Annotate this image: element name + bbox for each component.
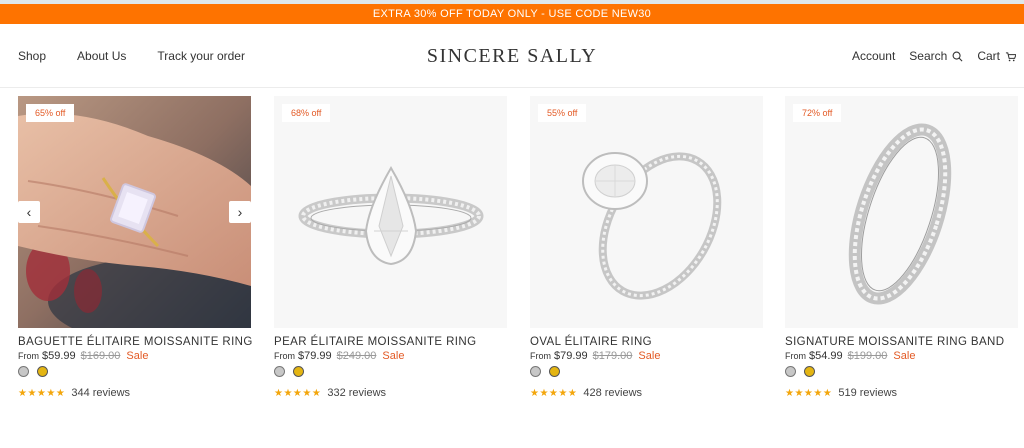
pear-ring (298, 166, 484, 266)
discount-badge: 55% off (538, 104, 587, 122)
price: $59.99 (42, 350, 76, 362)
rating[interactable]: ★★★★★ 519 reviews (785, 387, 897, 399)
price-row: From $59.99 $169.00 Sale (18, 350, 148, 362)
carousel-prev-button[interactable]: ‹ (18, 201, 40, 223)
color-swatches (530, 366, 560, 377)
carousel-next-button[interactable]: › (229, 201, 251, 223)
swatch-silver[interactable] (274, 366, 285, 377)
nav-about-us[interactable]: About Us (77, 49, 126, 63)
discount-badge: 72% off (793, 104, 842, 122)
chevron-right-icon: › (237, 204, 243, 220)
nav-shop[interactable]: Shop (18, 49, 46, 63)
price-from-label: From (785, 351, 806, 361)
compare-price: $179.00 (592, 350, 633, 362)
price: $79.99 (298, 350, 332, 362)
header-actions: Account Search Cart (838, 24, 1016, 88)
cart-icon (1005, 51, 1016, 61)
price-row: From $79.99 $179.00 Sale (530, 350, 660, 362)
discount-badge: 65% off (26, 104, 75, 122)
sale-label: Sale (893, 350, 916, 362)
star-rating-icon: ★★★★★ (18, 387, 66, 399)
main-nav: Shop About Us Track your order (18, 24, 276, 88)
product-grid: 65% off ‹ › BAGUETTE ÉLITAIRE MOISSANITE… (18, 96, 1018, 399)
hand-ring-photo (18, 96, 251, 328)
swatch-gold[interactable] (549, 366, 560, 377)
cart-label: Cart (977, 49, 1000, 63)
product-title[interactable]: OVAL ÉLITAIRE RING (530, 336, 652, 348)
compare-price: $169.00 (80, 350, 121, 362)
rating[interactable]: ★★★★★ 344 reviews (18, 387, 130, 399)
compare-price: $199.00 (847, 350, 888, 362)
product-card[interactable]: 72% off SIGNATURE MOISSANITE RING BAND F… (785, 96, 1018, 399)
swatch-silver[interactable] (18, 366, 29, 377)
compare-price: $249.00 (336, 350, 377, 362)
product-title[interactable]: PEAR ÉLITAIRE MOISSANITE RING (274, 336, 476, 348)
oval-ring (582, 152, 722, 300)
star-rating-icon: ★★★★★ (274, 387, 322, 399)
swatch-gold[interactable] (37, 366, 48, 377)
announcement-bar[interactable]: EXTRA 30% OFF TODAY ONLY - USE CODE NEW3… (0, 4, 1024, 24)
review-count: 344 reviews (71, 387, 131, 399)
star-rating-icon: ★★★★★ (530, 387, 578, 399)
band-ring (848, 123, 952, 305)
price: $79.99 (554, 350, 588, 362)
sale-label: Sale (638, 350, 661, 362)
product-title[interactable]: BAGUETTE ÉLITAIRE MOISSANITE RING (18, 336, 253, 348)
product-card[interactable]: 68% off PEAR ÉLITAIRE MOISSANITE RING Fr… (274, 96, 507, 399)
product-title[interactable]: SIGNATURE MOISSANITE RING BAND (785, 336, 1004, 348)
review-count: 519 reviews (838, 387, 898, 399)
product-card[interactable]: 55% off OVAL ÉLITAIRE RING From $79.99 $… (530, 96, 763, 399)
product-image[interactable]: 55% off (530, 96, 763, 328)
price-row: From $54.99 $199.00 Sale (785, 350, 915, 362)
search-label: Search (909, 49, 948, 63)
color-swatches (785, 366, 815, 377)
sale-label: Sale (126, 350, 149, 362)
swatch-silver[interactable] (785, 366, 796, 377)
search-button[interactable]: Search (909, 49, 963, 63)
search-icon (952, 51, 963, 61)
star-rating-icon: ★★★★★ (785, 387, 833, 399)
review-count: 332 reviews (327, 387, 387, 399)
swatch-gold[interactable] (293, 366, 304, 377)
price: $54.99 (809, 350, 843, 362)
product-image[interactable]: 65% off ‹ › (18, 96, 251, 328)
color-swatches (274, 366, 304, 377)
cart-button[interactable]: Cart (977, 49, 1016, 63)
product-card[interactable]: 65% off ‹ › BAGUETTE ÉLITAIRE MOISSANITE… (18, 96, 252, 399)
product-image[interactable]: 72% off (785, 96, 1018, 328)
rating[interactable]: ★★★★★ 332 reviews (274, 387, 386, 399)
price-row: From $79.99 $249.00 Sale (274, 350, 404, 362)
swatch-gold[interactable] (804, 366, 815, 377)
color-swatches (18, 366, 48, 377)
swatch-silver[interactable] (530, 366, 541, 377)
price-from-label: From (18, 351, 39, 361)
price-from-label: From (530, 351, 551, 361)
account-label: Account (851, 49, 896, 63)
chevron-left-icon: ‹ (26, 204, 32, 220)
product-image[interactable]: 68% off (274, 96, 507, 328)
site-header: Shop About Us Track your order SINCERE S… (0, 24, 1024, 88)
review-count: 428 reviews (583, 387, 643, 399)
account-link[interactable]: Account (852, 49, 895, 63)
rating[interactable]: ★★★★★ 428 reviews (530, 387, 642, 399)
nav-track-order[interactable]: Track your order (157, 49, 245, 63)
discount-badge: 68% off (282, 104, 331, 122)
price-from-label: From (274, 351, 295, 361)
sale-label: Sale (382, 350, 405, 362)
